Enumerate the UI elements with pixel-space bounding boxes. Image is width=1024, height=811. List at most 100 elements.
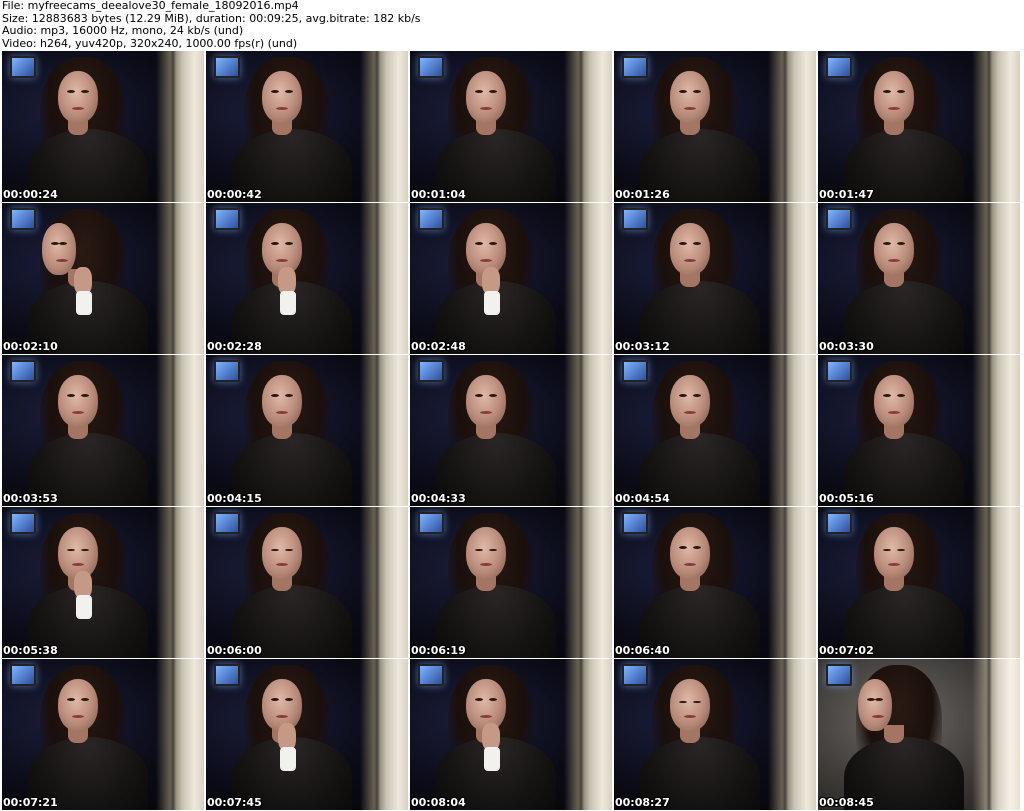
face xyxy=(262,527,302,579)
face xyxy=(670,679,710,731)
video-thumbnail: 00:01:04 xyxy=(410,51,612,202)
face xyxy=(58,71,98,123)
timestamp-label: 00:03:12 xyxy=(615,340,670,353)
timestamp-label: 00:08:04 xyxy=(411,796,466,809)
timestamp-label: 00:07:21 xyxy=(3,796,58,809)
frame-image xyxy=(818,51,1020,202)
face xyxy=(466,375,506,427)
timestamp-label: 00:07:02 xyxy=(819,644,874,657)
timestamp-label: 00:01:26 xyxy=(615,188,670,201)
frame-image xyxy=(410,355,612,506)
background-monitor xyxy=(214,664,240,686)
thumbnail-grid: 00:00:24 00:00:42 00:01:04 00:01:26 00:01:47… xyxy=(2,51,1022,810)
frame-image xyxy=(614,51,816,202)
timestamp-label: 00:08:45 xyxy=(819,796,874,809)
background-monitor xyxy=(622,664,648,686)
video-thumbnail: 00:00:42 xyxy=(206,51,408,202)
file-info-header: File: myfreecams_deealove30_female_18092… xyxy=(2,0,1022,50)
timestamp-label: 00:02:48 xyxy=(411,340,466,353)
file-size-line: Size: 12883683 bytes (12.29 MiB), durati… xyxy=(2,12,421,25)
face xyxy=(874,375,914,427)
frame-image xyxy=(206,51,408,202)
face xyxy=(466,71,506,123)
face xyxy=(670,375,710,427)
background-monitor xyxy=(418,512,444,534)
face xyxy=(874,71,914,123)
frame-image xyxy=(206,507,408,658)
face xyxy=(874,527,914,579)
video-thumbnail: 00:04:54 xyxy=(614,355,816,506)
frame-image xyxy=(2,507,204,658)
video-thumbnail: 00:03:12 xyxy=(614,203,816,354)
video-thumbnail: 00:02:48 xyxy=(410,203,612,354)
frame-image xyxy=(206,355,408,506)
timestamp-label: 00:08:27 xyxy=(615,796,670,809)
video-thumbnail: 00:05:38 xyxy=(2,507,204,658)
frame-image xyxy=(614,659,816,810)
background-monitor xyxy=(214,512,240,534)
video-thumbnail: 00:05:16 xyxy=(818,355,1020,506)
face xyxy=(670,223,710,275)
frame-image xyxy=(2,203,204,354)
timestamp-label: 00:05:16 xyxy=(819,492,874,505)
video-thumbnail: 00:06:19 xyxy=(410,507,612,658)
frame-image xyxy=(410,51,612,202)
timestamp-label: 00:04:33 xyxy=(411,492,466,505)
frame-image xyxy=(614,507,816,658)
video-thumbnail: 00:08:04 xyxy=(410,659,612,810)
timestamp-label: 00:03:53 xyxy=(3,492,58,505)
audio-info-line: Audio: mp3, 16000 Hz, mono, 24 kb/s (und… xyxy=(2,25,244,37)
video-thumbnail: 00:02:10 xyxy=(2,203,204,354)
background-monitor xyxy=(214,56,240,78)
frame-image xyxy=(206,659,408,810)
video-thumbnail: 00:06:00 xyxy=(206,507,408,658)
timestamp-label: 00:01:04 xyxy=(411,188,466,201)
background-monitor xyxy=(622,56,648,78)
face xyxy=(58,679,98,731)
timestamp-label: 00:06:19 xyxy=(411,644,466,657)
face xyxy=(670,71,710,123)
background-monitor xyxy=(10,512,36,534)
background-monitor xyxy=(10,56,36,78)
frame-image xyxy=(818,355,1020,506)
background-monitor xyxy=(826,360,852,382)
background-monitor xyxy=(418,208,444,230)
frame-image xyxy=(614,355,816,506)
video-thumbnail: 00:04:15 xyxy=(206,355,408,506)
background-monitor xyxy=(826,208,852,230)
timestamp-label: 00:02:10 xyxy=(3,340,58,353)
background-monitor xyxy=(418,56,444,78)
frame-image xyxy=(818,507,1020,658)
video-thumbnail: 00:00:24 xyxy=(2,51,204,202)
frame-image xyxy=(2,355,204,506)
face xyxy=(874,223,914,275)
frame-image xyxy=(614,203,816,354)
timestamp-label: 00:02:28 xyxy=(207,340,262,353)
timestamp-label: 00:00:42 xyxy=(207,188,262,201)
frame-image xyxy=(410,659,612,810)
face xyxy=(262,375,302,427)
face xyxy=(262,71,302,123)
video-thumbnail: 00:02:28 xyxy=(206,203,408,354)
video-thumbnail: 00:03:53 xyxy=(2,355,204,506)
background-monitor xyxy=(622,512,648,534)
timestamp-label: 00:05:38 xyxy=(3,644,58,657)
timestamp-label: 00:04:54 xyxy=(615,492,670,505)
video-thumbnail: 00:01:47 xyxy=(818,51,1020,202)
background-monitor xyxy=(826,512,852,534)
frame-image xyxy=(410,203,612,354)
background-monitor xyxy=(826,56,852,78)
timestamp-label: 00:03:30 xyxy=(819,340,874,353)
timestamp-label: 00:06:40 xyxy=(615,644,670,657)
face xyxy=(58,375,98,427)
background-monitor xyxy=(622,360,648,382)
video-thumbnail: 00:01:26 xyxy=(614,51,816,202)
video-thumbnail: 00:07:21 xyxy=(2,659,204,810)
video-thumbnail: 00:06:40 xyxy=(614,507,816,658)
face xyxy=(670,527,710,579)
timestamp-label: 00:06:00 xyxy=(207,644,262,657)
timestamp-label: 00:01:47 xyxy=(819,188,874,201)
background-monitor xyxy=(418,360,444,382)
video-thumbnail: 00:04:33 xyxy=(410,355,612,506)
background-monitor xyxy=(826,664,852,686)
